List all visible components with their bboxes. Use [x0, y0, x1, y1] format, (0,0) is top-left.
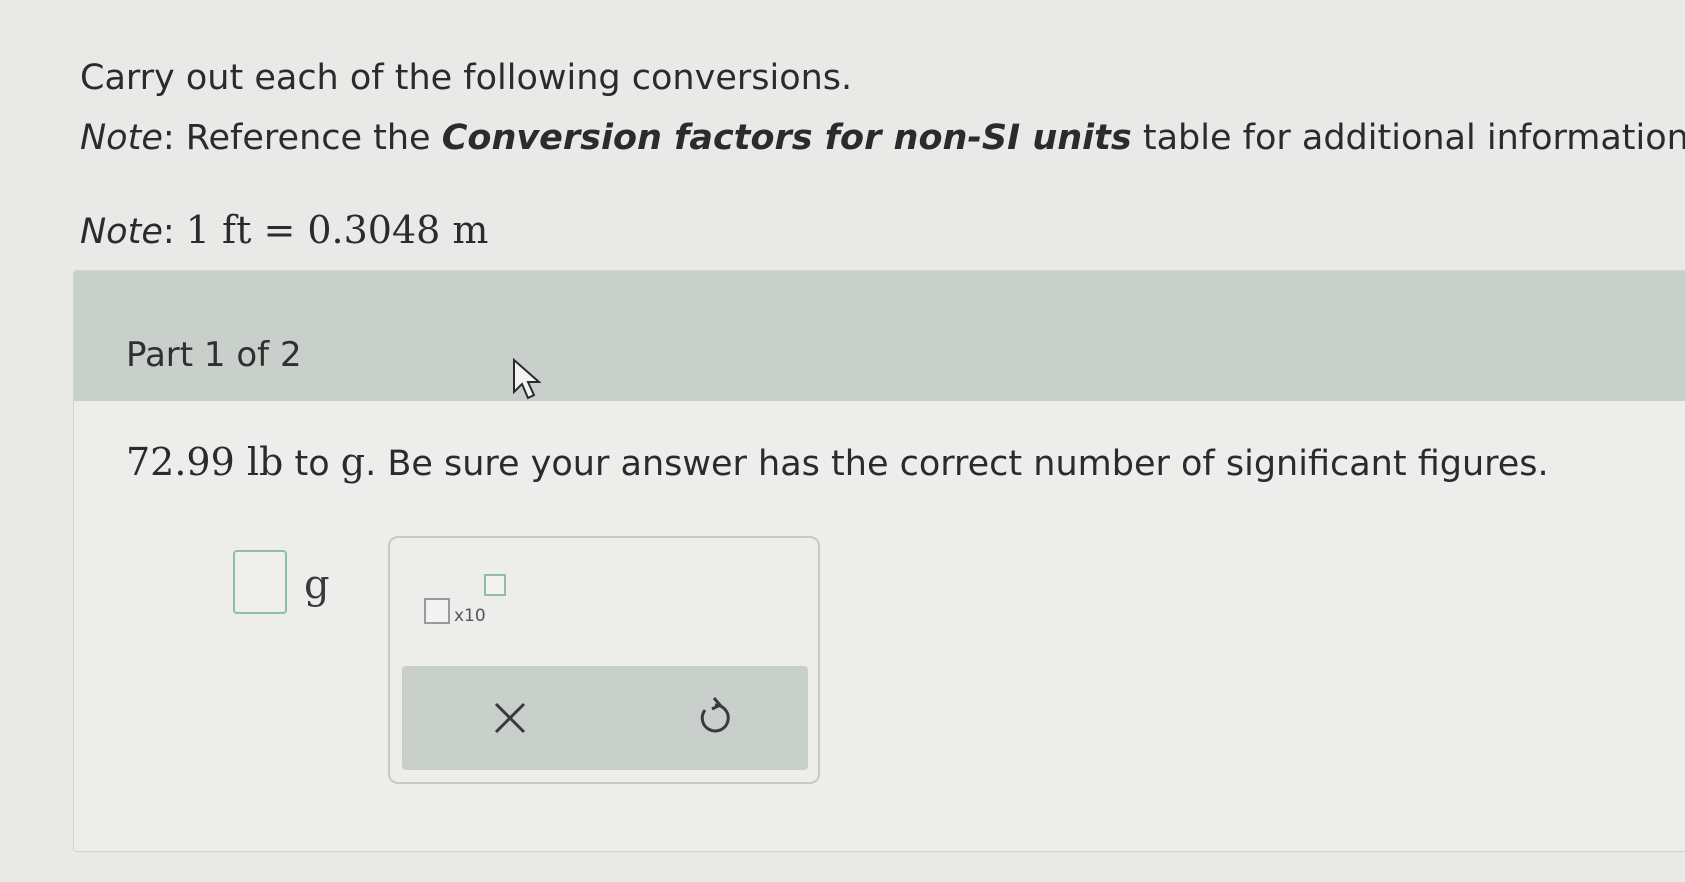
given-quantity: 72.99 lb — [126, 440, 284, 484]
sci-exponent-placeholder — [484, 574, 506, 596]
part-title: Part 1 of 2 — [126, 335, 302, 375]
instructions-text: Carry out each of the following conversi… — [80, 58, 853, 98]
sci-times-ten-label: x10 — [454, 606, 486, 626]
answer-unit: g — [304, 562, 330, 608]
part-header: Part 1 of 2 — [74, 271, 1685, 401]
reference-note: Note: Reference the Conversion factors f… — [80, 118, 1685, 158]
question-to: to — [283, 444, 341, 484]
target-unit: g — [340, 440, 366, 484]
conversion-equation: 1 ft = 0.3048 m — [185, 208, 489, 252]
undo-icon — [700, 697, 730, 733]
reference-table-name: Conversion factors for non-SI units — [441, 118, 1132, 158]
note-label: Note — [80, 118, 163, 158]
scientific-notation-button[interactable]: x10 — [424, 574, 524, 634]
note-colon: : — [162, 212, 186, 252]
question-text: 72.99 lb to g. Be sure your answer has t… — [126, 440, 1549, 484]
conversion-note: Note: 1 ft = 0.3048 m — [80, 208, 488, 252]
math-palette: x10 — [388, 536, 820, 784]
clear-button[interactable] — [488, 696, 532, 740]
question-instruction: . Be sure your answer has the correct nu… — [365, 444, 1549, 484]
note-label: Note — [80, 212, 163, 252]
answer-input[interactable] — [233, 550, 287, 614]
palette-action-bar — [402, 666, 808, 770]
mouse-pointer-icon — [513, 358, 542, 400]
note-text-after: table for additional information. — [1131, 118, 1685, 158]
note-text-before: : Reference the — [162, 118, 442, 158]
part-card: Part 1 of 2 — [73, 270, 1685, 852]
close-icon — [494, 702, 526, 734]
sci-base-placeholder — [424, 598, 450, 624]
undo-button[interactable] — [692, 694, 738, 740]
